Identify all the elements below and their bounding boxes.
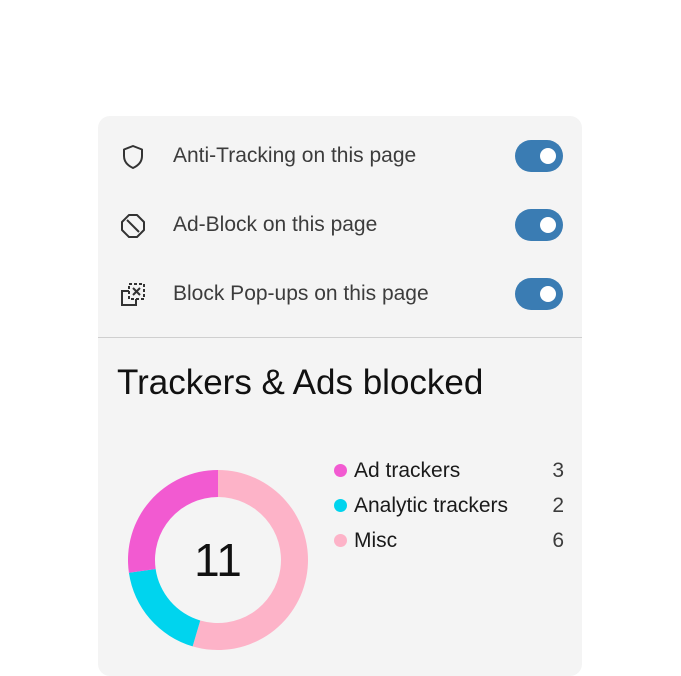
chart-legend: Ad trackers 3 Analytic trackers 2 Misc 6 xyxy=(332,456,564,561)
legend-count-ad-trackers: 3 xyxy=(552,459,564,482)
shield-icon xyxy=(118,142,148,172)
anti-tracking-label: Anti-Tracking on this page xyxy=(173,144,417,167)
privacy-panel: Anti-Tracking on this page Ad-Block on t… xyxy=(98,116,582,676)
toggle-knob xyxy=(540,286,556,302)
legend-dot-analytic-trackers xyxy=(334,499,347,512)
legend-label-analytic-trackers: Analytic trackers xyxy=(354,494,509,517)
block-popups-toggle[interactable] xyxy=(515,278,563,310)
anti-tracking-toggle[interactable] xyxy=(515,140,563,172)
legend-label-misc: Misc xyxy=(354,529,398,552)
popup-block-icon xyxy=(118,280,148,310)
legend-count-misc: 6 xyxy=(552,529,564,552)
legend-item-ad-trackers: Ad trackers 3 xyxy=(332,456,564,491)
legend-count-analytic-trackers: 2 xyxy=(552,494,564,517)
toggle-row-ad-block: Ad-Block on this page xyxy=(98,205,582,245)
legend-dot-ad-trackers xyxy=(334,464,347,477)
legend-label-ad-trackers: Ad trackers xyxy=(354,459,461,482)
toggle-knob xyxy=(540,217,556,233)
section-divider xyxy=(98,337,582,338)
legend-dot-misc xyxy=(334,534,347,547)
toggle-knob xyxy=(540,148,556,164)
ad-block-label: Ad-Block on this page xyxy=(173,213,378,236)
legend-item-misc: Misc 6 xyxy=(332,526,564,561)
donut-total: 11 xyxy=(194,534,242,586)
toggle-row-anti-tracking: Anti-Tracking on this page xyxy=(98,136,582,176)
block-popups-label: Block Pop-ups on this page xyxy=(173,282,429,305)
ad-block-toggle[interactable] xyxy=(515,209,563,241)
toggle-row-block-popups: Block Pop-ups on this page xyxy=(98,274,582,314)
donut-chart: 11 xyxy=(126,468,310,652)
stats-title: Trackers & Ads blocked xyxy=(117,363,484,402)
legend-item-analytic-trackers: Analytic trackers 2 xyxy=(332,491,564,526)
block-icon xyxy=(118,211,148,241)
